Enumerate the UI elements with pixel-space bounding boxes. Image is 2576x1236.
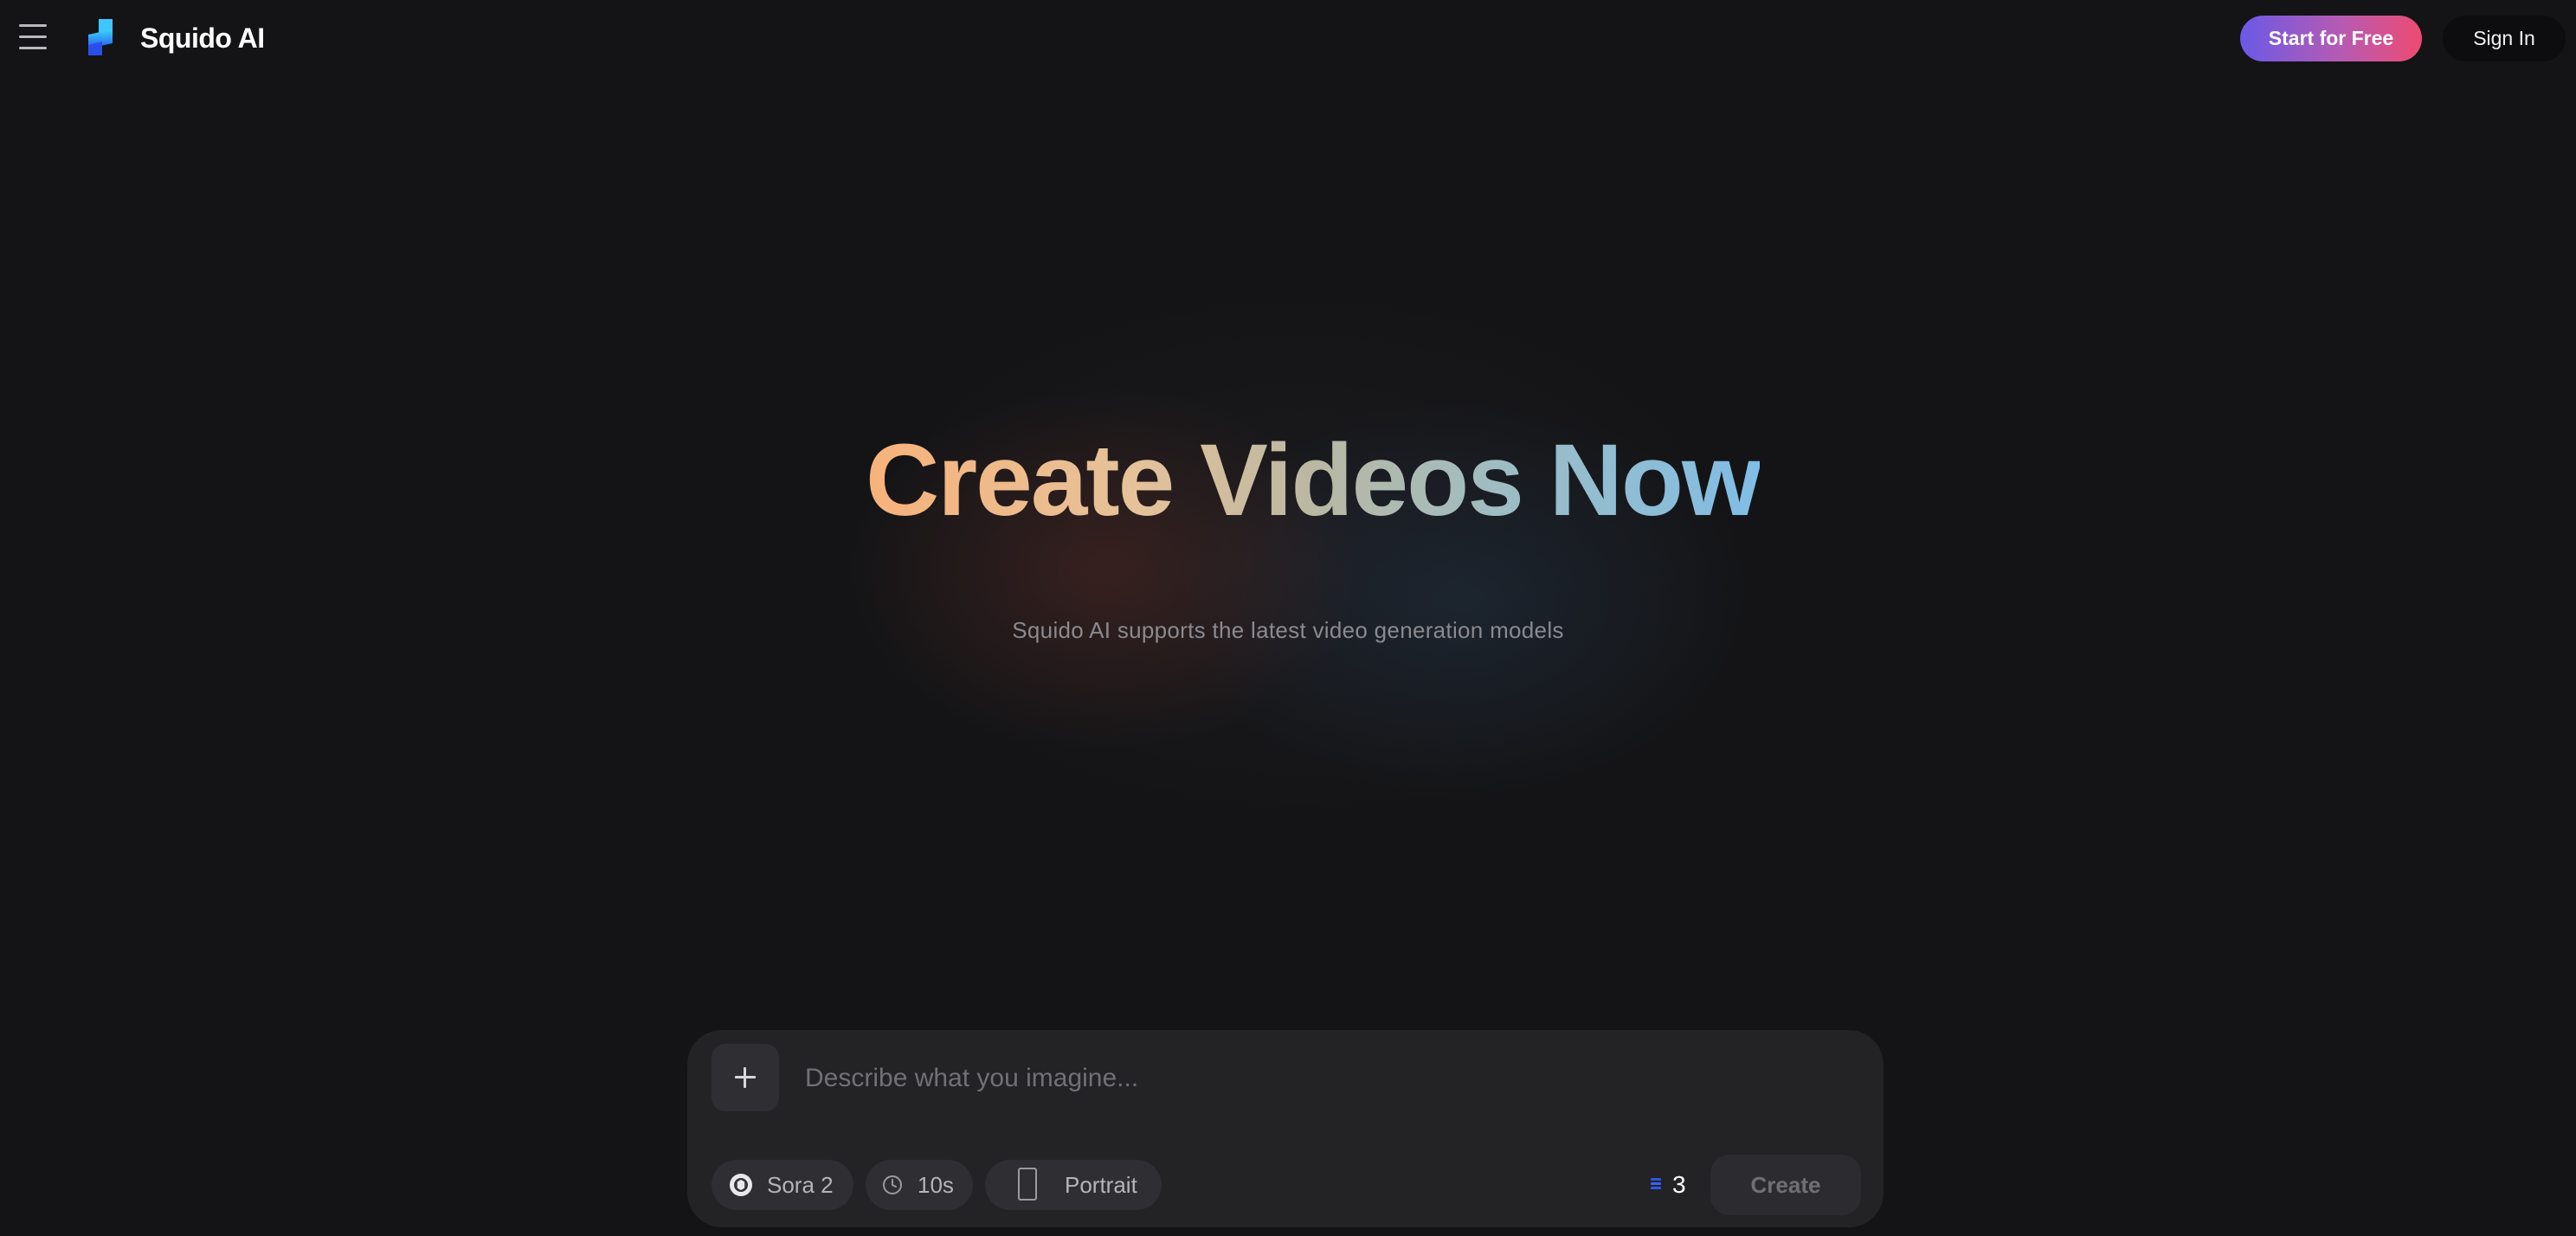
model-label: Sora 2	[767, 1172, 834, 1198]
hero-title-container: Create Videos Now	[866, 415, 1761, 545]
hamburger-menu-icon[interactable]	[17, 21, 48, 55]
hero-glow	[606, 173, 1991, 935]
page: Squido AI Start for Free Sign In Create …	[0, 0, 2576, 1236]
clock-icon	[883, 1175, 902, 1194]
hero-subtitle: Squido AI supports the latest video gene…	[1012, 617, 1564, 643]
aspect-label: Portrait	[1065, 1172, 1137, 1198]
squido-logo-icon[interactable]	[83, 17, 119, 57]
prompt-input[interactable]	[803, 1049, 1845, 1108]
openai-icon	[730, 1174, 752, 1196]
portrait-frame-icon	[1018, 1168, 1037, 1201]
sign-in-button[interactable]: Sign In	[2443, 16, 2566, 61]
credits-value: 3	[1672, 1171, 1686, 1198]
hero-title: Create Videos Now	[866, 415, 1761, 545]
duration-label: 10s	[918, 1172, 954, 1198]
duration-selector[interactable]: 10s	[866, 1160, 973, 1210]
create-button[interactable]: Create	[1710, 1155, 1861, 1215]
credits-indicator: 3	[1648, 1160, 1700, 1210]
credit-stack-icon	[1651, 1178, 1661, 1189]
prompt-panel: Sora 2 10s Portrait 3 Create	[687, 1030, 1884, 1227]
brand-name[interactable]: Squido AI	[140, 19, 265, 57]
top-header: Squido AI Start for Free Sign In	[0, 0, 2576, 78]
add-attachment-button[interactable]	[712, 1044, 779, 1111]
model-selector[interactable]: Sora 2	[712, 1160, 853, 1210]
aspect-ratio-selector[interactable]: Portrait	[985, 1160, 1162, 1210]
start-for-free-button[interactable]: Start for Free	[2240, 16, 2422, 61]
